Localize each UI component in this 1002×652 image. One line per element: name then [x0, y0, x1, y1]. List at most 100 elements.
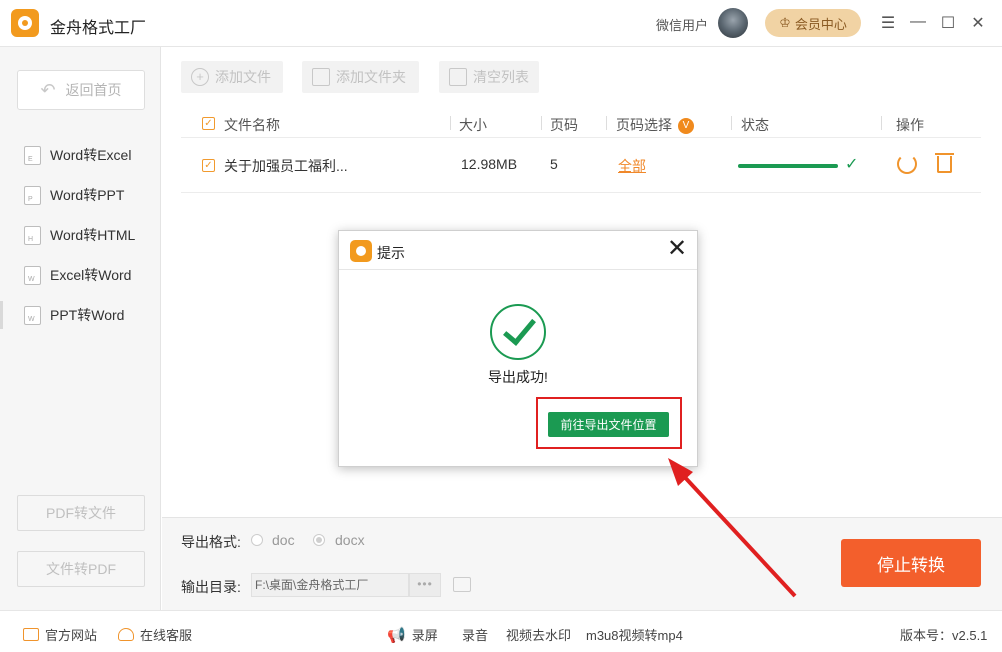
back-arrow-icon: ↶ — [40, 79, 56, 100]
open-folder-icon[interactable] — [453, 577, 471, 592]
output-dir-input[interactable]: F:\桌面\金舟格式工厂 — [251, 573, 409, 597]
page-select-link[interactable]: 全部 — [618, 156, 646, 176]
format-radio-doc[interactable] — [251, 534, 263, 546]
table-row: ✓ 关于加强员工福利... 12.98MB 5 全部 ✓ — [181, 139, 981, 193]
app-logo-icon — [11, 9, 39, 37]
progress-bar — [738, 164, 838, 168]
crown-icon: ♔ — [779, 15, 791, 30]
sidebar-item-label: Word转Excel — [50, 147, 132, 163]
document-icon: H — [24, 225, 41, 245]
dialog-header: 提示 ✕ — [339, 231, 697, 270]
sidebar-item-label: Excel转Word — [50, 267, 132, 283]
sidebar: ↶ 返回首页 E Word转Excel P Word转PPT H Word转HT… — [0, 47, 161, 610]
header-actions: 操作 — [896, 117, 924, 133]
export-format-label: 导出格式: — [181, 534, 241, 550]
vip-badge-icon: V — [678, 118, 694, 135]
header-name: 文件名称 — [224, 117, 280, 133]
file-name: 关于加强员工福利... — [224, 158, 348, 174]
user-name[interactable]: 微信用户 — [656, 15, 708, 34]
dialog-message: 导出成功! — [488, 369, 548, 385]
dialog-close-icon[interactable]: ✕ — [667, 237, 687, 261]
monitor-icon — [23, 628, 39, 641]
select-all-checkbox[interactable]: ✓ — [202, 117, 215, 130]
document-icon: W — [24, 265, 41, 285]
header-page-select-label: 页码选择 — [616, 117, 672, 133]
document-icon: E — [24, 145, 41, 165]
version-text: 版本号：v2.5.1 — [900, 628, 988, 643]
trash-icon[interactable] — [935, 153, 954, 173]
maximize-button[interactable]: ☐ — [938, 13, 958, 33]
column-divider — [881, 116, 882, 130]
remove-watermark-link[interactable]: 视频去水印 — [506, 625, 571, 644]
sidebar-item-excel-to-word[interactable]: W Excel转Word — [0, 255, 161, 295]
file-to-pdf-button[interactable]: 文件转PDF — [17, 551, 145, 587]
output-settings-panel: 导出格式: doc docx 输出目录: F:\桌面\金舟格式工厂 ••• 停止… — [162, 517, 1002, 610]
column-divider — [541, 116, 542, 130]
online-support-label: 在线客服 — [140, 628, 193, 643]
record-screen-label: 录屏 — [411, 628, 438, 643]
back-home-button[interactable]: ↶ 返回首页 — [17, 70, 145, 110]
megaphone-icon: 📢 — [387, 626, 406, 644]
title-bar: 金舟格式工厂 微信用户 ♔ 会员中心 ☰ — ☐ ✕ — [0, 0, 1002, 47]
clear-list-label: 清空列表 — [473, 69, 529, 85]
format-radio-docx[interactable] — [313, 534, 325, 546]
success-check-icon — [490, 304, 546, 360]
file-size: 12.98MB — [461, 156, 518, 172]
clear-list-button[interactable]: 清空列表 — [439, 61, 539, 93]
row-checkbox[interactable]: ✓ — [202, 159, 215, 172]
file-table-header: ✓ 文件名称 大小 页码 页码选择 V 状态 操作 — [181, 108, 981, 138]
official-website-label: 官方网站 — [45, 628, 98, 643]
format-option-docx[interactable]: docx — [335, 532, 365, 548]
sidebar-item-label: Word转HTML — [50, 227, 136, 243]
plus-icon: + — [191, 68, 209, 86]
m3u8-convert-link[interactable]: m3u8视频转mp4 — [586, 625, 683, 644]
header-page-select: 页码选择 V — [616, 115, 694, 135]
record-audio-link[interactable]: 录音 — [462, 625, 488, 644]
app-logo-icon — [350, 240, 372, 262]
broom-icon — [449, 68, 467, 86]
sidebar-item-ppt-to-word[interactable]: W PPT转Word — [0, 295, 161, 335]
menu-icon[interactable]: ☰ — [878, 13, 898, 33]
header-status: 状态 — [741, 117, 769, 133]
refresh-icon[interactable] — [897, 154, 917, 174]
sidebar-item-word-to-ppt[interactable]: P Word转PPT — [0, 175, 161, 215]
sidebar-item-word-to-html[interactable]: H Word转HTML — [0, 215, 161, 255]
add-file-label: 添加文件 — [215, 69, 271, 85]
vip-center-button[interactable]: ♔ 会员中心 — [765, 9, 861, 37]
status-bar: 官方网站 在线客服 📢 录屏 录音 视频去水印 m3u8视频转mp4 版本号：v… — [0, 610, 1002, 652]
stop-convert-button[interactable]: 停止转换 — [841, 539, 981, 587]
done-check-icon: ✓ — [845, 156, 859, 173]
app-title: 金舟格式工厂 — [50, 20, 147, 37]
add-file-button[interactable]: + 添加文件 — [181, 61, 283, 93]
dialog-title: 提示 — [377, 245, 405, 261]
column-divider — [731, 116, 732, 130]
header-pages: 页码 — [550, 117, 578, 133]
annotation-highlight-box — [536, 397, 682, 449]
close-button[interactable]: ✕ — [968, 13, 988, 33]
column-divider — [606, 116, 607, 130]
add-folder-button[interactable]: 添加文件夹 — [302, 61, 419, 93]
headset-icon — [118, 628, 134, 641]
header-size: 大小 — [459, 117, 487, 133]
record-screen-link[interactable]: 📢 录屏 — [387, 625, 438, 644]
format-option-doc[interactable]: doc — [272, 532, 295, 548]
folder-icon — [312, 68, 330, 86]
avatar[interactable] — [718, 8, 748, 38]
sidebar-item-label: PPT转Word — [50, 307, 125, 323]
minimize-button[interactable]: — — [908, 13, 928, 31]
vip-center-label: 会员中心 — [794, 16, 847, 32]
document-icon: P — [24, 185, 41, 205]
pdf-to-file-button[interactable]: PDF转文件 — [17, 495, 145, 531]
sidebar-item-word-to-excel[interactable]: E Word转Excel — [0, 135, 161, 175]
document-icon: W — [24, 305, 41, 325]
sidebar-item-label: Word转PPT — [50, 187, 125, 203]
back-home-label: 返回首页 — [65, 82, 122, 98]
file-pages: 5 — [550, 156, 558, 172]
online-support-link[interactable]: 在线客服 — [118, 625, 192, 644]
official-website-link[interactable]: 官方网站 — [23, 625, 97, 644]
column-divider — [450, 116, 451, 130]
browse-button[interactable]: ••• — [409, 573, 441, 597]
output-dir-label: 输出目录: — [181, 579, 241, 595]
add-folder-label: 添加文件夹 — [336, 69, 406, 85]
progress-bar-fill — [738, 164, 838, 168]
